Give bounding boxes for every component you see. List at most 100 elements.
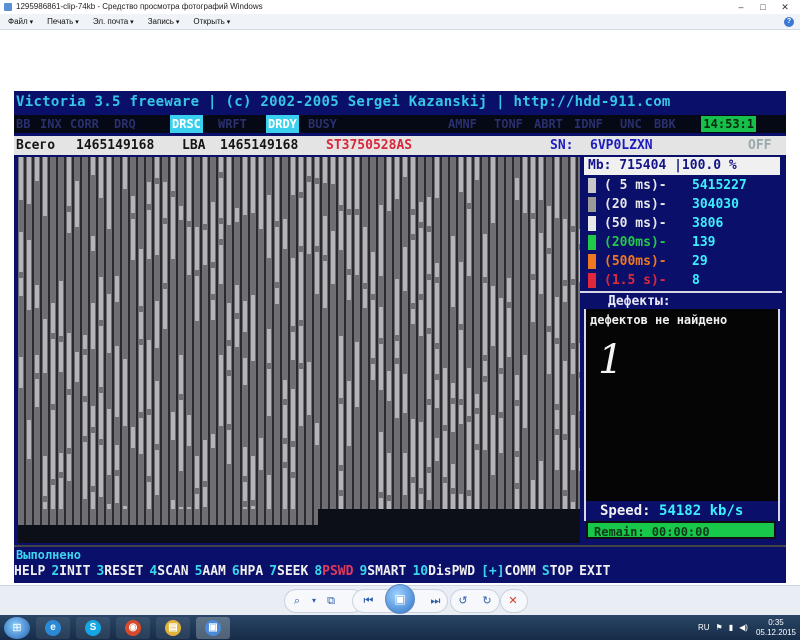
start-button[interactable]: ⊞ [4,616,30,639]
fkey-dispwd[interactable]: 10DisPWD [412,562,475,582]
flag-busy: BUSY [308,117,337,131]
flag-drdy: DRDY [266,115,299,133]
timing-count: 3806 [692,216,724,231]
fkey-label: SCAN [157,564,189,579]
fkey-pswd[interactable]: 8PSWD [314,562,353,582]
fkey-init[interactable]: 2INIT [51,562,90,582]
flag-unc: UNC [620,117,642,131]
photo-viewer-icon: ▣ [205,619,221,636]
timing-label: (500ms)- [604,254,667,269]
window-title: 1295986861-clip-74kb - Средство просмотр… [16,2,263,11]
flag-icon[interactable]: ⚑ [716,623,723,632]
zoom-icon[interactable]: ⌕ [285,590,309,612]
status-line: Выполнено [14,545,786,562]
fkey-number: 10 [412,564,429,579]
help-icon[interactable]: ? [784,17,794,27]
fkey-seek[interactable]: 7SEEK [269,562,308,582]
actual-size-icon[interactable]: ⧉ [319,590,343,612]
fkey-label: PSWD [322,564,354,579]
rotate-right-icon[interactable]: ↻ [475,590,499,612]
timing-label: (1.5 s)- [604,273,667,288]
menu-burn[interactable]: Запись [148,17,180,26]
fkey-smart[interactable]: 9SMART [359,562,406,582]
menu-open[interactable]: Открыть [193,17,230,26]
language-indicator[interactable]: RU [698,623,710,632]
previous-icon[interactable]: ⏮ [357,590,380,612]
zoom-dropdown-icon[interactable]: ▾ [309,590,319,612]
fkey-top[interactable]: STOP [542,562,573,582]
timing-label: (20 ms)- [604,197,667,212]
flag-bb: BB [16,117,31,131]
menu-email[interactable]: Эл. почта [93,17,134,26]
flag-corr: CORR [70,117,99,131]
maximize-button[interactable]: □ [752,0,774,14]
fkey-label: TOP [549,564,574,579]
skype-icon: S [85,619,101,636]
victoria-screen-photo: Victoria 3.5 freeware | (c) 2002-2005 Se… [14,91,786,583]
stats-panel: Mb: 715404 |100.0 % ( 5 ms)- 5415227 (20 m… [580,157,782,539]
flag-bbk: BBK [654,117,676,131]
fkey-label: SEEK [277,564,309,579]
fkey-comm[interactable]: [+]COMM [481,562,536,582]
fkey-reset[interactable]: 3RESET [96,562,143,582]
slideshow-icon[interactable]: ▣ [385,584,415,614]
timing-row: (200ms)- 139 [582,234,782,251]
close-button[interactable]: ✕ [774,0,796,14]
total-value: 1465149168 [76,138,155,153]
explorer-icon: ▤ [165,619,181,636]
fkey-scan[interactable]: 4SCAN [149,562,188,582]
timing-row: (1.5 s)- 8 [582,272,782,289]
flag-wrft: WRFT [218,117,247,131]
taskbar-app[interactable]: S [76,616,110,639]
timing-count: 304030 [692,197,739,212]
timing-color-swatch [588,178,596,193]
ie-icon: e [45,619,61,636]
register-flags-row: BB INX CORR DRQ DRSC WRFT DRDY BUSY AMNF TONF ABRT… [14,115,786,133]
delete-icon[interactable]: ✕ [501,590,525,612]
fkey-label: AAM [202,564,226,579]
fkey-help[interactable]: HELP [14,562,45,582]
taskbar-app[interactable]: ▤ [156,616,190,639]
next-icon[interactable]: ⏭ [424,590,447,612]
menu-file[interactable]: Файл [8,17,33,26]
taskbar-app[interactable]: ▣ [196,616,230,639]
off-indicator: OFF [748,138,772,153]
taskbar-clock[interactable]: 0:35 05.12.2015 [756,618,796,638]
flag-amnf: AMNF [448,117,477,131]
flag-drsc: DRSC [170,115,203,133]
photo-viewer-app-icon [4,3,12,11]
scan-grid-pattern [18,157,580,509]
taskbar-app[interactable]: ◉ [116,616,150,639]
volume-icon[interactable]: ◀) [739,623,748,632]
timing-row: (500ms)- 29 [582,253,782,270]
network-icon[interactable]: ▮ [729,623,733,632]
drive-model: ST3750528AS [326,138,413,153]
flag-idnf: IDNF [574,117,603,131]
minimize-button[interactable]: – [730,0,752,14]
fkey-aam[interactable]: 5AAM [195,562,226,582]
fkey-number: [+] [481,564,505,579]
scan-grid-last-row [18,509,318,525]
viewer-toolbar: ⌕ ▾ ⧉ ⏮ ⏭ ▣ ↺ ↻ ✕ [0,584,800,615]
timing-count: 139 [692,235,716,250]
window-controls: – □ ✕ [730,0,796,14]
timing-color-swatch [588,235,596,250]
fkey-hpa[interactable]: 6HPA [232,562,263,582]
function-keys-bar: HELP 2INIT 3RESET 4SCAN 5AAM 6HPA 7SEEK 8PSWD 9S… [14,562,786,582]
fkey-label: HELP [14,564,46,579]
speed-label: Speed: [600,503,651,519]
clock-date: 05.12.2015 [755,627,796,637]
timing-color-swatch [588,197,596,212]
fkey-number: 2 [51,564,60,579]
menu-print[interactable]: Печать [47,17,79,26]
fkey-number: 8 [314,564,323,579]
rotate-left-icon[interactable]: ↺ [451,590,475,612]
fkey-exit[interactable]: EXIT [579,562,610,582]
timing-label: (200ms)- [604,235,667,250]
defects-box: дефектов не найдено 1 [584,309,780,501]
fkey-number: S [541,564,550,579]
flag-drq: DRQ [114,117,136,131]
taskbar-app[interactable]: e [36,616,70,639]
scan-block-grid [18,157,580,543]
window-titlebar: 1295986861-clip-74kb - Средство просмотр… [0,0,800,14]
